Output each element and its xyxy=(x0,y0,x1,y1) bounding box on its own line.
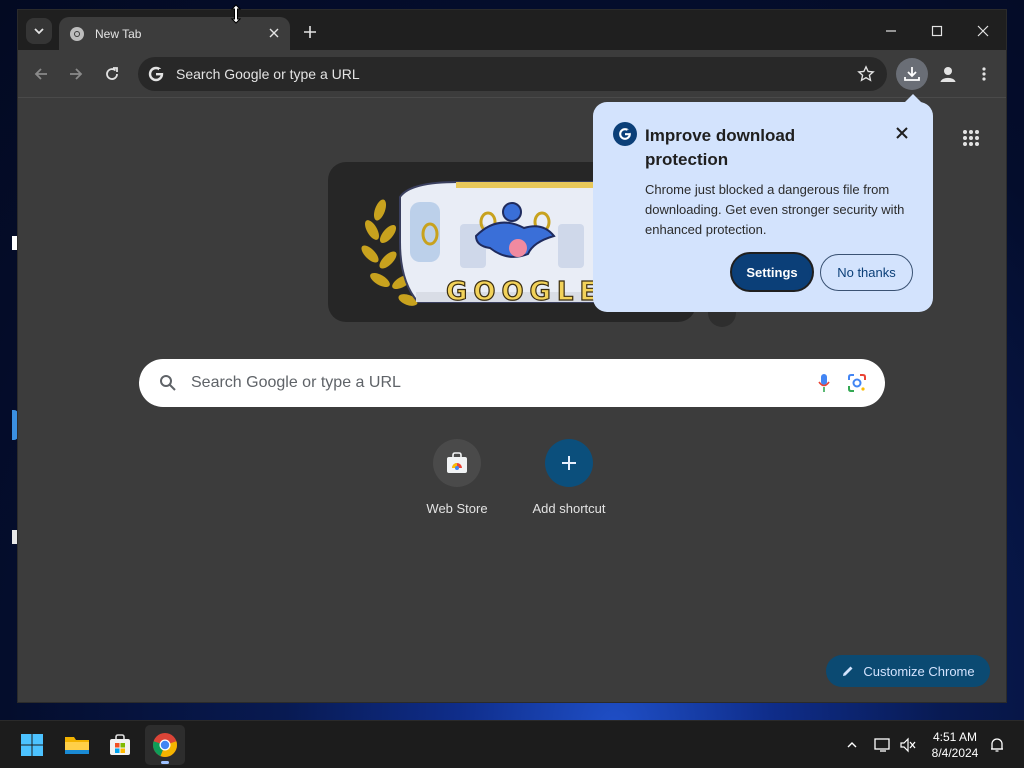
shortcut-add[interactable]: Add shortcut xyxy=(519,439,619,516)
show-hidden-icons-button[interactable] xyxy=(842,735,862,755)
toolbar: Search Google or type a URL xyxy=(18,50,1006,98)
tab-new-tab[interactable]: New Tab xyxy=(59,17,290,50)
shortcut-label: Add shortcut xyxy=(532,501,606,516)
clock-time: 4:51 AM xyxy=(932,730,978,744)
chevron-down-icon xyxy=(34,28,44,35)
reload-button[interactable] xyxy=(100,62,124,86)
shortcut-icon-container xyxy=(433,439,481,487)
minimize-button[interactable] xyxy=(868,18,914,44)
resize-cursor-icon xyxy=(230,4,242,24)
download-icon xyxy=(904,67,920,81)
forward-button[interactable] xyxy=(64,62,88,86)
clock-date: 8/4/2024 xyxy=(931,746,979,760)
bubble-title: Improve download protection xyxy=(645,126,796,169)
tab-strip: New Tab xyxy=(18,10,1006,50)
back-button[interactable] xyxy=(29,62,53,86)
search-icon xyxy=(160,375,176,391)
doodle-wordmark: GOOGLE xyxy=(446,277,603,307)
downloads-button[interactable] xyxy=(896,58,928,90)
address-bar[interactable]: Search Google or type a URL xyxy=(138,57,887,91)
tab-close-button[interactable] xyxy=(266,25,282,41)
tab-title: New Tab xyxy=(95,26,142,41)
bookmark-star-icon[interactable] xyxy=(857,65,875,83)
more-vert-icon xyxy=(982,67,986,81)
google-lens-icon[interactable] xyxy=(847,373,867,393)
microphone-icon[interactable] xyxy=(817,373,831,393)
pencil-icon xyxy=(843,666,853,676)
active-app-indicator xyxy=(161,761,169,764)
bell-icon xyxy=(991,738,1003,752)
minimize-icon xyxy=(886,30,896,32)
address-bar-text: Search Google or type a URL xyxy=(176,66,360,82)
customize-chrome-label: Customize Chrome xyxy=(863,663,975,679)
ntp-search-placeholder: Search Google or type a URL xyxy=(191,374,401,391)
close-icon[interactable] xyxy=(895,126,909,140)
network-status-button[interactable] xyxy=(873,735,893,755)
customize-chrome-button[interactable]: Customize Chrome xyxy=(826,655,990,687)
google-g-icon xyxy=(613,122,637,146)
shortcut-label: Web Store xyxy=(426,501,488,516)
close-icon xyxy=(269,28,279,38)
maximize-icon xyxy=(931,25,943,37)
chrome-icon xyxy=(153,733,177,757)
start-icon xyxy=(21,734,43,756)
ntp-search-box[interactable]: Search Google or type a URL xyxy=(139,359,885,407)
speaker-muted-icon xyxy=(900,737,916,753)
no-thanks-button[interactable]: No thanks xyxy=(820,254,913,291)
chrome-icon xyxy=(70,26,84,41)
start-button[interactable] xyxy=(12,725,52,765)
chevron-up-icon xyxy=(847,742,857,748)
google-g-icon xyxy=(148,66,164,82)
profile-button[interactable] xyxy=(936,62,960,86)
plus-icon xyxy=(562,456,576,470)
profile-icon xyxy=(940,67,956,82)
menu-button[interactable] xyxy=(972,62,996,86)
chrome-taskbar-button[interactable] xyxy=(145,725,185,765)
new-tab-button[interactable] xyxy=(300,22,320,42)
google-apps-icon[interactable] xyxy=(962,129,980,147)
volume-button[interactable] xyxy=(898,735,918,755)
close-window-button[interactable] xyxy=(960,18,1006,44)
close-icon xyxy=(977,25,989,37)
bubble-body: Chrome just blocked a dangerous file fro… xyxy=(645,182,905,237)
file-explorer-button[interactable] xyxy=(57,725,97,765)
taskbar: 4:51 AM 8/4/2024 xyxy=(0,720,1024,768)
web-store-icon xyxy=(447,452,467,473)
forward-arrow-icon xyxy=(70,68,83,80)
back-arrow-icon xyxy=(34,68,47,80)
download-protection-bubble: Improve download protection Chrome just … xyxy=(593,102,933,312)
notifications-button[interactable] xyxy=(987,735,1007,755)
reload-icon xyxy=(106,67,118,80)
shortcut-web-store[interactable]: Web Store xyxy=(407,439,507,516)
microsoft-store-icon xyxy=(110,734,130,755)
file-explorer-icon xyxy=(65,737,89,754)
plus-icon xyxy=(304,26,316,38)
network-icon xyxy=(874,738,890,752)
system-clock[interactable]: 4:51 AM 8/4/2024 xyxy=(920,729,990,761)
maximize-button[interactable] xyxy=(914,18,960,44)
microsoft-store-button[interactable] xyxy=(100,725,140,765)
shortcut-icon-container xyxy=(545,439,593,487)
tab-search-button[interactable] xyxy=(26,18,52,44)
settings-button[interactable]: Settings xyxy=(730,252,814,292)
